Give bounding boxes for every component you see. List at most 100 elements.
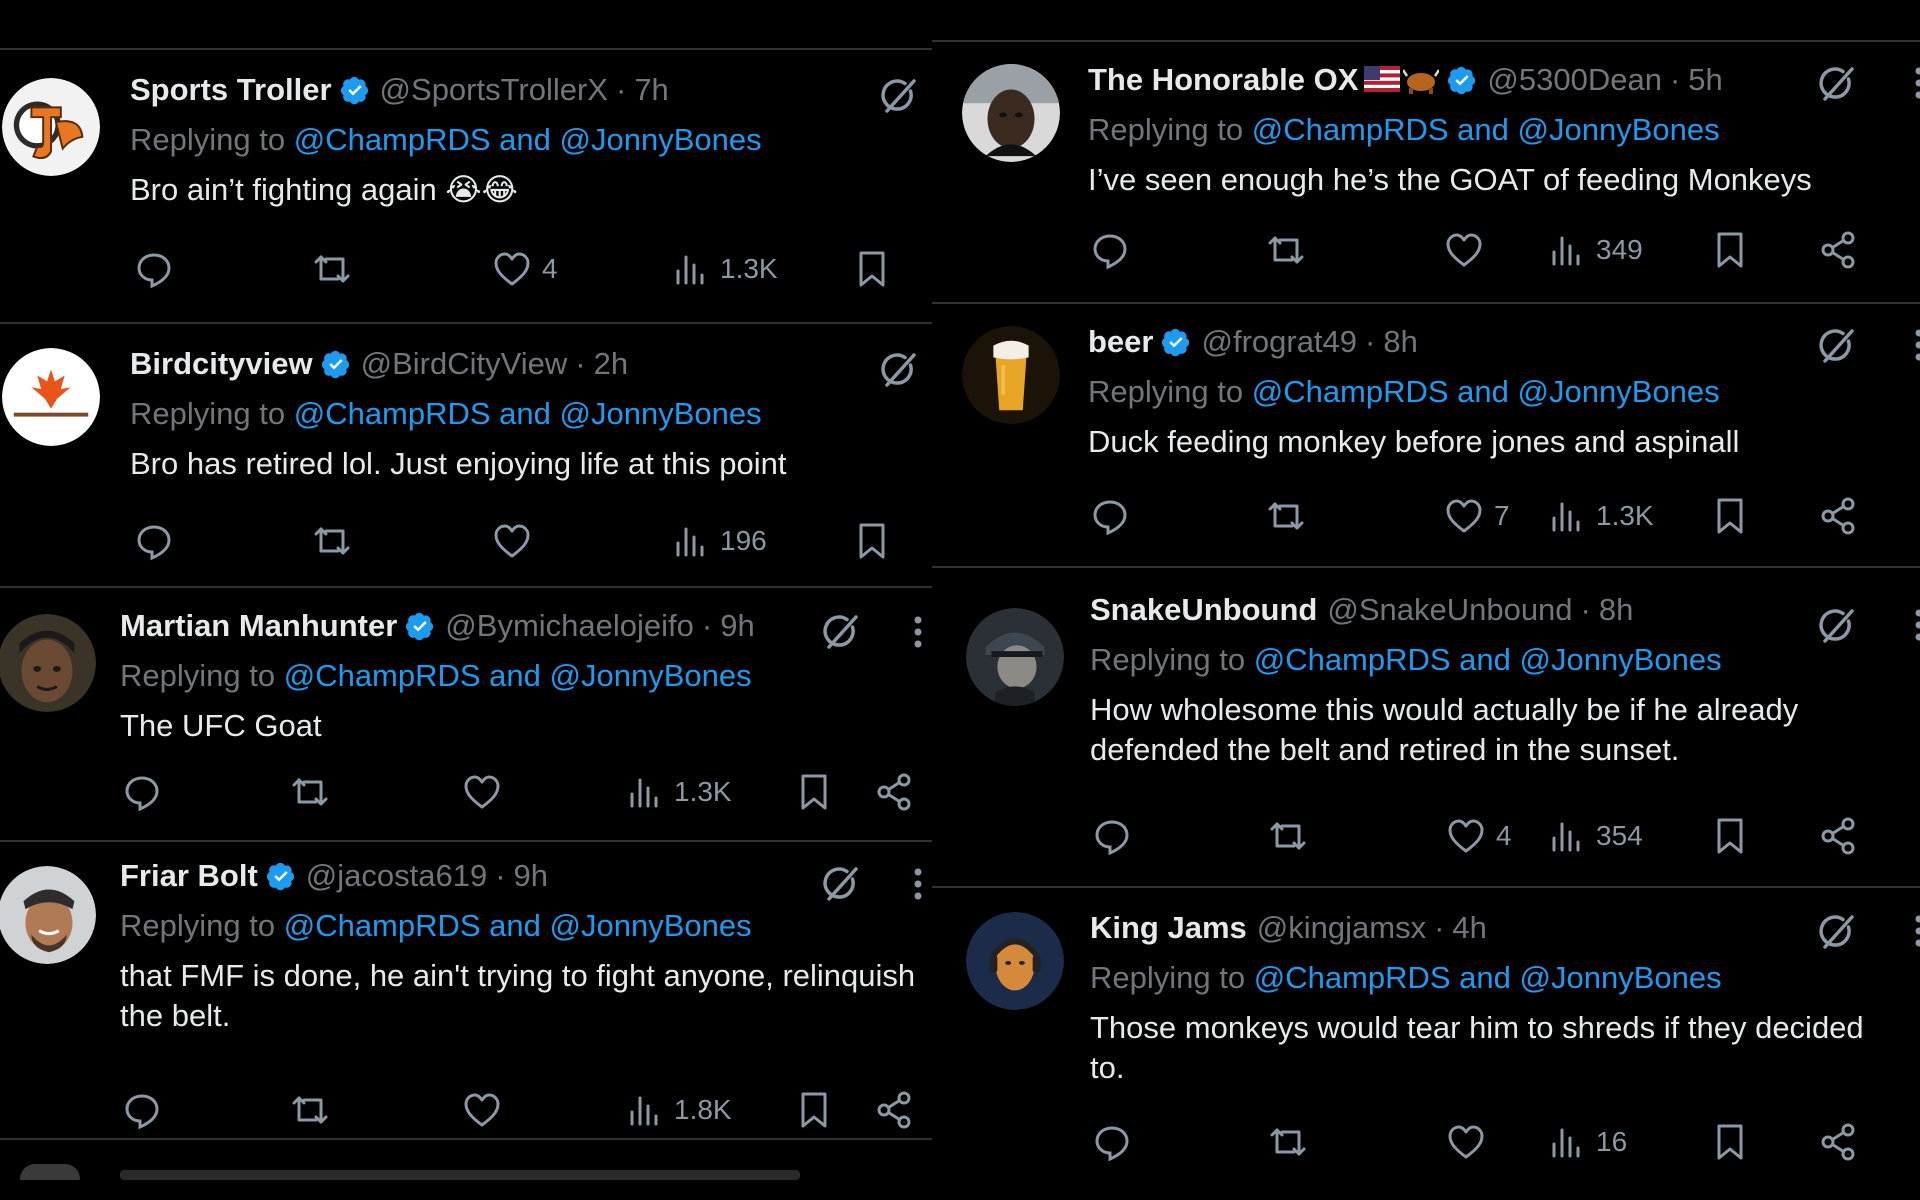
reply-tweet[interactable]: Birdcityview @BirdCityView · 2h Replying… [0, 324, 932, 588]
bookmark-button[interactable] [852, 247, 892, 291]
timestamp[interactable]: 4h [1452, 908, 1486, 948]
grok-icon[interactable] [1814, 604, 1858, 648]
avatar-snakeunbound[interactable] [966, 608, 1064, 706]
bookmark-button[interactable] [1710, 494, 1750, 538]
like-button[interactable]: 4 [1446, 814, 1512, 858]
handle[interactable]: @kingjamsx [1257, 908, 1426, 948]
repost-button[interactable] [1268, 814, 1308, 858]
reply-button[interactable] [134, 519, 174, 563]
reply-tweet[interactable]: King Jams @kingjamsx · 4h Replying to @C… [932, 888, 1920, 1188]
display-name[interactable]: Friar Bolt [120, 856, 258, 896]
views-button[interactable]: 16 [1546, 1120, 1627, 1164]
grok-icon[interactable] [818, 610, 862, 654]
reply-button[interactable] [122, 770, 162, 814]
display-name[interactable]: Birdcityview [130, 344, 313, 384]
bookmark-button[interactable] [1710, 228, 1750, 272]
grok-icon[interactable] [1814, 910, 1858, 954]
handle[interactable]: @Bymichaelojeifo [445, 606, 694, 646]
more-icon[interactable] [1914, 914, 1920, 948]
reply-button[interactable] [134, 247, 174, 291]
display-name[interactable]: Sports Troller [130, 70, 332, 110]
repost-button[interactable] [1266, 494, 1306, 538]
views-button[interactable]: 196 [670, 519, 767, 563]
timestamp[interactable]: 2h [594, 344, 628, 384]
grok-icon[interactable] [818, 862, 862, 906]
like-button[interactable]: 7 [1444, 494, 1510, 538]
handle[interactable]: @5300Dean [1487, 60, 1662, 100]
mention-links[interactable]: @ChampRDS and @JonnyBones [1254, 642, 1722, 677]
reply-tweet[interactable]: Martian Manhunter @Bymichaelojeifo · 9h … [0, 588, 932, 842]
handle[interactable]: @SnakeUnbound [1327, 590, 1572, 630]
like-button[interactable]: 4 [492, 247, 558, 291]
avatar-king-jams[interactable] [966, 912, 1064, 1010]
share-button[interactable] [1818, 228, 1858, 272]
reply-button[interactable] [122, 1088, 162, 1132]
avatar-birdcityview[interactable] [2, 348, 100, 446]
repost-button[interactable] [1266, 228, 1306, 272]
timestamp[interactable]: 5h [1688, 60, 1722, 100]
avatar-martian-manhunter[interactable] [0, 614, 96, 712]
avatar-the-honorable-ox[interactable] [962, 64, 1060, 162]
grok-icon[interactable] [876, 348, 920, 392]
reply-tweet[interactable]: beer @frograt49 · 8h Replying to @ChampR… [932, 304, 1920, 568]
more-icon[interactable] [913, 867, 923, 901]
reply-button[interactable] [1090, 228, 1130, 272]
timestamp[interactable]: 9h [720, 606, 754, 646]
mention-links[interactable]: @ChampRDS and @JonnyBones [284, 908, 752, 943]
like-button[interactable] [1446, 1120, 1496, 1164]
like-button[interactable] [462, 1088, 512, 1132]
bookmark-button[interactable] [852, 519, 892, 563]
reply-button[interactable] [1092, 814, 1132, 858]
grok-icon[interactable] [1814, 62, 1858, 106]
handle[interactable]: @BirdCityView [361, 344, 568, 384]
mention-links[interactable]: @ChampRDS and @JonnyBones [1252, 112, 1720, 147]
bookmark-button[interactable] [1710, 1120, 1750, 1164]
reply-button[interactable] [1090, 494, 1130, 538]
repost-button[interactable] [290, 770, 330, 814]
share-button[interactable] [1818, 1120, 1858, 1164]
bookmark-button[interactable] [1710, 814, 1750, 858]
repost-button[interactable] [312, 519, 352, 563]
share-button[interactable] [1818, 494, 1858, 538]
avatar-beer[interactable] [962, 326, 1060, 424]
grok-icon[interactable] [876, 74, 920, 118]
bookmark-button[interactable] [794, 770, 834, 814]
timestamp[interactable]: 8h [1383, 322, 1417, 362]
views-button[interactable]: 1.3K [670, 247, 778, 291]
views-button[interactable]: 349 [1546, 228, 1643, 272]
more-icon[interactable] [1914, 66, 1920, 100]
like-button[interactable] [492, 519, 542, 563]
reply-tweet[interactable]: Sports Troller @SportsTrollerX · 7h Repl… [0, 50, 932, 324]
more-icon[interactable] [1914, 608, 1920, 642]
mention-links[interactable]: @ChampRDS and @JonnyBones [1252, 374, 1720, 409]
bookmark-button[interactable] [794, 1088, 834, 1132]
more-icon[interactable] [913, 615, 923, 649]
avatar-sports-troller[interactable] [2, 78, 100, 176]
mention-links[interactable]: @ChampRDS and @JonnyBones [294, 396, 762, 431]
display-name[interactable]: SnakeUnbound [1090, 590, 1317, 630]
reply-tweet[interactable]: SnakeUnbound @SnakeUnbound · 8h Replying… [932, 568, 1920, 888]
timestamp[interactable]: 7h [634, 70, 668, 110]
handle[interactable]: @SportsTrollerX [380, 70, 608, 110]
display-name[interactable]: King Jams [1090, 908, 1247, 948]
reply-tweet[interactable]: The Honorable OX @5300Dean · 5h Replying… [932, 42, 1920, 304]
handle[interactable]: @frograt49 [1201, 322, 1357, 362]
handle[interactable]: @jacosta619 [306, 856, 487, 896]
timestamp[interactable]: 8h [1599, 590, 1633, 630]
share-button[interactable] [874, 770, 914, 814]
repost-button[interactable] [1268, 1120, 1308, 1164]
avatar-friar-bolt[interactable] [0, 866, 96, 964]
share-button[interactable] [1818, 814, 1858, 858]
like-button[interactable] [1444, 228, 1494, 272]
grok-icon[interactable] [1814, 324, 1858, 368]
like-button[interactable] [462, 770, 512, 814]
views-button[interactable]: 1.3K [624, 770, 732, 814]
mention-links[interactable]: @ChampRDS and @JonnyBones [1254, 960, 1722, 995]
views-button[interactable]: 1.8K [624, 1088, 732, 1132]
display-name[interactable]: The Honorable OX [1088, 60, 1358, 100]
timestamp[interactable]: 9h [514, 856, 548, 896]
views-button[interactable]: 354 [1546, 814, 1643, 858]
display-name[interactable]: Martian Manhunter [120, 606, 397, 646]
repost-button[interactable] [290, 1088, 330, 1132]
reply-button[interactable] [1092, 1120, 1132, 1164]
